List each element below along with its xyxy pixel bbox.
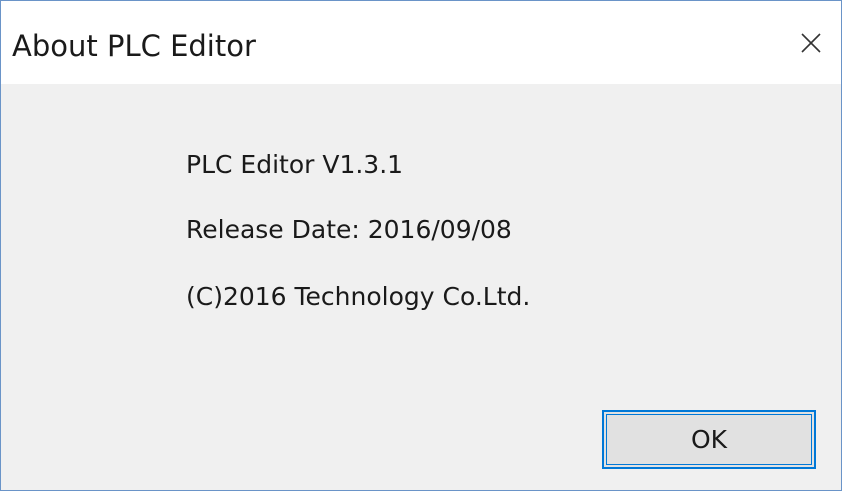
release-date-text: Release Date: 2016/09/08	[186, 215, 512, 244]
dialog-title: About PLC Editor	[12, 29, 256, 63]
about-dialog: About PLC Editor PLC Editor V1.3.1 Relea…	[0, 0, 842, 491]
close-button[interactable]	[781, 1, 841, 84]
title-bar: About PLC Editor	[1, 1, 841, 84]
dialog-content: PLC Editor V1.3.1 Release Date: 2016/09/…	[1, 84, 841, 490]
copyright-text: (C)2016 Technology Co.Ltd.	[186, 282, 531, 311]
close-icon	[801, 32, 821, 53]
ok-button-label: OK	[690, 424, 728, 454]
version-text: PLC Editor V1.3.1	[186, 150, 404, 179]
ok-button[interactable]: OK	[602, 410, 816, 469]
